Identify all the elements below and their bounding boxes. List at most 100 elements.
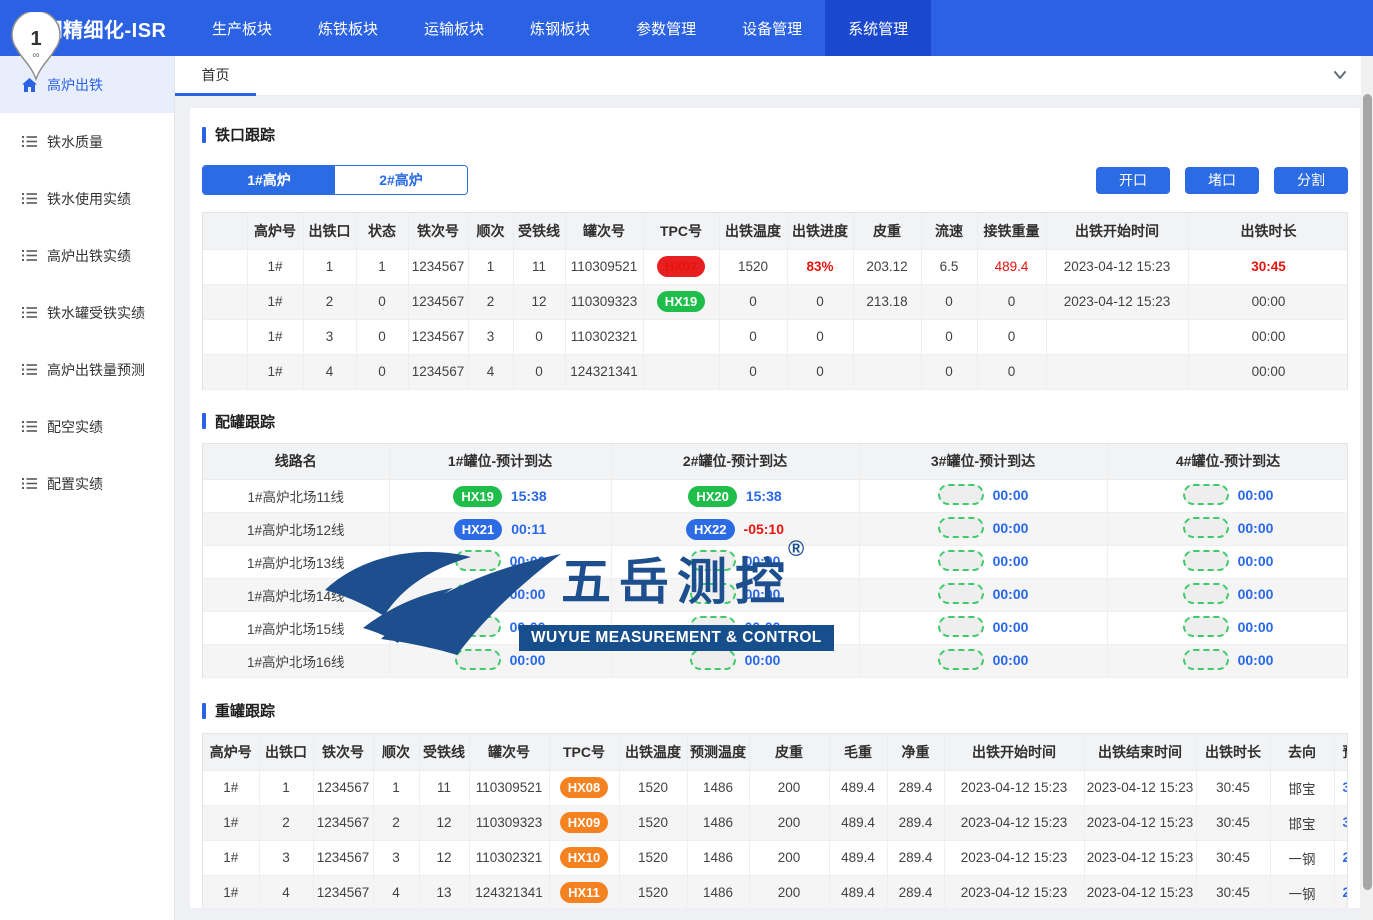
table-row[interactable]: 1#111234567111110309521HX07152083%203.12…	[203, 249, 1348, 284]
furnace-tab-1[interactable]: 2#高炉	[335, 166, 467, 194]
chevron-down-icon[interactable]	[1331, 66, 1349, 89]
taphole-table: 高炉号出铁口状态铁次号顺次受铁线罐次号TPC号出铁温度出铁进度皮重流速接铁重量出…	[202, 212, 1348, 390]
column-header: 铁次号	[408, 213, 468, 249]
table-row[interactable]: 1#高炉北场16线00:0000:0000:0000:00	[203, 645, 1348, 678]
column-header: 顺次	[468, 213, 513, 249]
list-icon	[22, 306, 37, 319]
table-row[interactable]: 1#高炉北场12线HX2100:11HX22-05:1000:0000:00	[203, 513, 1348, 546]
sidebar-item-2[interactable]: 铁水使用实绩	[0, 170, 174, 227]
sidebar-item-5[interactable]: 高炉出铁量预测	[0, 341, 174, 398]
nav-item-6[interactable]: 系统管理	[825, 0, 931, 56]
pin-number: 1	[30, 28, 41, 50]
table-cell: 2	[259, 805, 313, 840]
empty-ladle-pill	[1183, 616, 1229, 637]
section-title-ladle: 配罐跟踪	[202, 411, 1348, 432]
ladle-slot-cell: 00:00	[859, 480, 1107, 513]
ladle-slot: 00:00	[455, 649, 546, 670]
column-header: 净重	[887, 734, 944, 770]
column-header: 出铁温度	[719, 213, 787, 249]
table-cell: 1#	[203, 770, 259, 805]
sidebar: 高炉出铁铁水质量铁水使用实绩高炉出铁实绩铁水罐受铁实绩高炉出铁量预测配空实绩配置…	[0, 56, 175, 920]
nav-item-4[interactable]: 参数管理	[613, 0, 719, 56]
scrollbar-thumb[interactable]	[1363, 94, 1372, 890]
header-row: 线路名1#罐位-预计到达2#罐位-预计到达3#罐位-预计到达4#罐位-预计到达	[203, 444, 1348, 480]
header-row: 高炉号出铁口状态铁次号顺次受铁线罐次号TPC号出铁温度出铁进度皮重流速接铁重量出…	[203, 213, 1348, 249]
line-name-cell: 1#高炉北场11线	[203, 480, 389, 513]
sidebar-item-4[interactable]: 铁水罐受铁实绩	[0, 284, 174, 341]
table-cell: 25	[1334, 840, 1348, 875]
table-row[interactable]: 1#30123456730110302321000000:00	[203, 319, 1348, 354]
table-row[interactable]: 1#高炉北场15线00:0000:0000:0000:00	[203, 612, 1348, 645]
eta-time: 00:00	[1238, 553, 1274, 569]
sidebar-item-3[interactable]: 高炉出铁实绩	[0, 227, 174, 284]
empty-ladle-pill	[455, 550, 501, 571]
table-row[interactable]: 1#高炉北场13线00:0000:0000:0000:00	[203, 546, 1348, 579]
table-cell: 200	[749, 875, 829, 908]
action-button-1[interactable]: 堵口	[1185, 167, 1259, 194]
sidebar-item-7[interactable]: 配置实绩	[0, 455, 174, 512]
table-cell: 1234567	[408, 284, 468, 319]
table-cell: 200	[749, 840, 829, 875]
table-cell: 0	[977, 319, 1046, 354]
ladle-slot: 00:00	[455, 616, 546, 637]
action-button-2[interactable]: 分割	[1274, 167, 1348, 194]
ladle-slot: 00:00	[938, 583, 1029, 604]
table-cell	[203, 284, 247, 319]
table-cell: 2	[303, 284, 356, 319]
column-header: 线路名	[203, 444, 389, 480]
table-row[interactable]: 1#201234567212110309323HX1900213.1800202…	[203, 284, 1348, 319]
table-row[interactable]: 1#21234567212110309323HX0915201486200489…	[203, 805, 1348, 840]
empty-ladle-pill	[1183, 583, 1229, 604]
column-header: 1#罐位-预计到达	[389, 444, 611, 480]
ladle-slot: 00:00	[938, 517, 1029, 538]
table-cell: 3	[303, 319, 356, 354]
tab-home[interactable]: 首页	[175, 56, 256, 96]
ladle-slot-cell: 00:00	[1107, 645, 1348, 678]
table-cell: 489.4	[829, 770, 887, 805]
table-cell: 一钢	[1270, 875, 1334, 908]
nav-item-3[interactable]: 炼钢板块	[507, 0, 613, 56]
table-row[interactable]: 1#40123456740124321341000000:00	[203, 354, 1348, 389]
list-icon	[22, 363, 37, 376]
nav-item-2[interactable]: 运输板块	[401, 0, 507, 56]
table-cell: 1234567	[313, 770, 373, 805]
main-nav: 生产板块炼铁板块运输板块炼钢板块参数管理设备管理系统管理	[189, 0, 931, 56]
section-accent-bar	[202, 127, 206, 143]
scrollbar-track[interactable]	[1362, 56, 1373, 920]
line-name-cell: 1#高炉北场12线	[203, 513, 389, 546]
table-cell: 0	[921, 354, 977, 389]
eta-time: 00:00	[993, 520, 1029, 536]
section-title-text: 铁口跟踪	[215, 124, 275, 145]
ladle-slot: 00:00	[690, 649, 781, 670]
column-header: 流速	[921, 213, 977, 249]
table-row[interactable]: 1#41234567413124321341HX1115201486200489…	[203, 875, 1348, 908]
sidebar-item-6[interactable]: 配空实绩	[0, 398, 174, 455]
table-cell: 1234567	[313, 875, 373, 908]
column-header: 毛重	[829, 734, 887, 770]
table-cell: 25	[1334, 875, 1348, 908]
annotation-pin: 1 ∞	[8, 12, 64, 87]
table-cell: 3	[259, 840, 313, 875]
eta-time: 00:00	[510, 586, 546, 602]
table-row[interactable]: 1#高炉北场14线00:0000:0000:0000:00	[203, 579, 1348, 612]
action-button-0[interactable]: 开口	[1096, 167, 1170, 194]
empty-ladle-pill	[938, 550, 984, 571]
furnace-tab-0[interactable]: 1#高炉	[203, 166, 335, 194]
table-cell: 289.4	[887, 805, 944, 840]
ladle-slot-cell: HX22-05:10	[611, 513, 859, 546]
nav-item-5[interactable]: 设备管理	[719, 0, 825, 56]
empty-ladle-pill	[455, 583, 501, 604]
table-cell: 124321341	[565, 354, 643, 389]
table-cell: 1	[259, 770, 313, 805]
sidebar-item-1[interactable]: 铁水质量	[0, 113, 174, 170]
table-cell: 0	[356, 319, 408, 354]
table-cell: 2023-04-12 15:23	[1084, 805, 1196, 840]
table-row[interactable]: 1#31234567312110302321HX1015201486200489…	[203, 840, 1348, 875]
table-row[interactable]: 1#高炉北场11线HX1915:38HX2015:3800:0000:00	[203, 480, 1348, 513]
table-row[interactable]: 1#11234567111110309521HX0815201486200489…	[203, 770, 1348, 805]
nav-item-0[interactable]: 生产板块	[189, 0, 295, 56]
pin-sub-glyph: ∞	[32, 50, 39, 61]
table-cell: 4	[468, 354, 513, 389]
nav-item-1[interactable]: 炼铁板块	[295, 0, 401, 56]
eta-time: 00:00	[510, 652, 546, 668]
